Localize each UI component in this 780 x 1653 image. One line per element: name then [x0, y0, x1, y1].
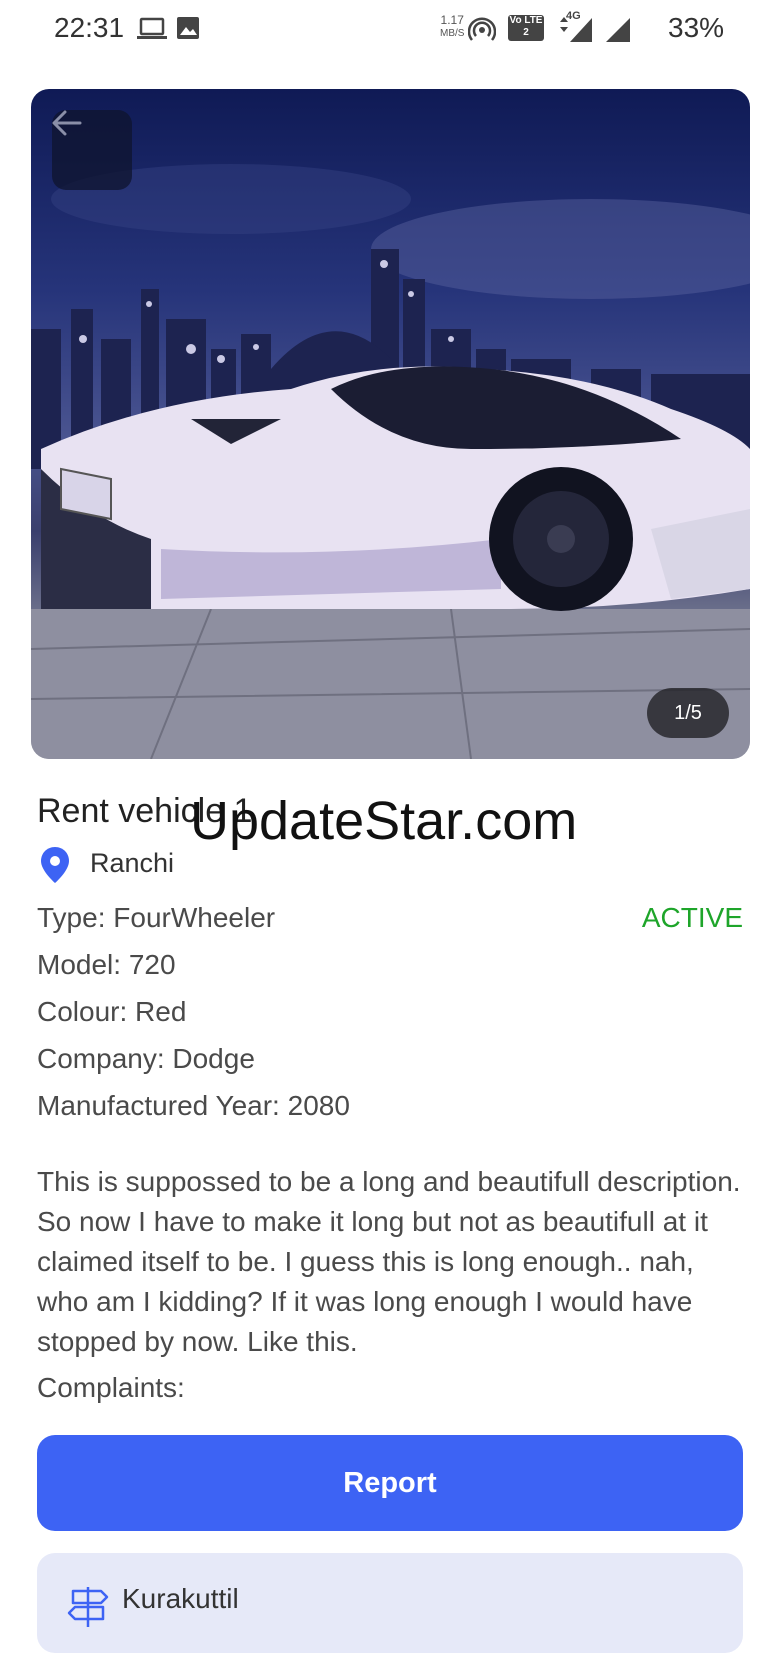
- signal-icon-1: [560, 17, 592, 42]
- status-time: 22:31: [54, 12, 125, 43]
- detail-model: Model: 720: [37, 949, 176, 980]
- laptop-icon: [137, 17, 167, 39]
- image-icon: [177, 17, 199, 39]
- image-counter: 1/5: [647, 688, 729, 738]
- arrow-left-icon: [52, 110, 82, 136]
- detail-type: Type: FourWheeler: [37, 902, 276, 933]
- car-photo: [31, 164, 750, 759]
- speed-unit: MB/S: [440, 28, 465, 39]
- owner-name: Kurakuttil: [122, 1583, 239, 1614]
- detail-company: Company: Dodge: [37, 1043, 255, 1074]
- vehicle-image[interactable]: 1/5: [31, 89, 750, 759]
- battery-level: 33%: [668, 12, 725, 43]
- back-button[interactable]: [52, 110, 132, 190]
- status-bar: 22:31 1.17 MB/S Vo LTE 2 4G 33%: [0, 0, 780, 60]
- signpost-icon: [67, 1587, 109, 1627]
- location-pin-icon: [41, 847, 69, 883]
- vehicle-description: This is suppossed to be a long and beaut…: [37, 1166, 741, 1357]
- complaints-label: Complaints:: [37, 1372, 185, 1403]
- status-badge: ACTIVE: [641, 902, 743, 933]
- location-label: Ranchi: [90, 848, 175, 878]
- owner-card[interactable]: Kurakuttil: [37, 1553, 743, 1653]
- speed-value: 1.17: [440, 13, 464, 27]
- signal-icon-2: [606, 18, 630, 42]
- detail-year: Manufactured Year: 2080: [37, 1090, 350, 1121]
- hotspot-icon: [468, 17, 496, 41]
- network-speed: 1.17 MB/S: [440, 14, 464, 40]
- report-button[interactable]: Report: [37, 1435, 743, 1531]
- watermark: UpdateStar.com: [190, 791, 578, 851]
- volte-icon: Vo LTE 2: [508, 15, 544, 41]
- detail-colour: Colour: Red: [37, 996, 187, 1027]
